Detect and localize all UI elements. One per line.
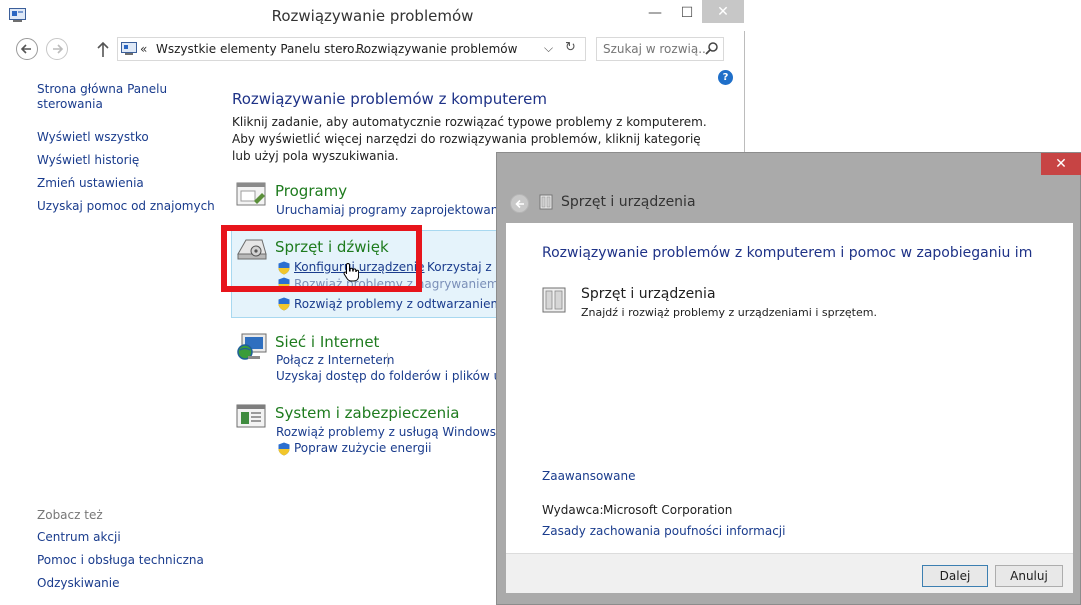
sidebar-link-get-help[interactable]: Uzyskaj pomoc od znajomych <box>37 199 215 214</box>
dialog-footer: Dalej Anuluj <box>506 553 1073 593</box>
dialog-back-button[interactable] <box>510 194 529 213</box>
sidebar-link-action-center[interactable]: Centrum akcji <box>37 530 121 545</box>
troubleshooter-dialog: ✕ Sprzęt i urządzenia Rozwiązywanie prob… <box>496 152 1081 605</box>
cancel-button[interactable]: Anuluj <box>995 565 1063 587</box>
forward-button[interactable] <box>46 38 68 60</box>
close-icon: ✕ <box>717 3 729 20</box>
category-network-internet[interactable]: Sieć i Internet <box>275 333 379 351</box>
privacy-link[interactable]: Zasady zachowania poufności informacji <box>542 524 785 538</box>
address-overflow-chevron[interactable]: « <box>140 42 147 56</box>
sidebar-link-show-all[interactable]: Wyświetl wszystko <box>37 130 149 145</box>
breadcrumb-all-items[interactable]: Wszystkie elementy Panelu stero... <box>156 42 366 56</box>
task-power-usage[interactable]: Popraw zużycie energii <box>294 441 432 455</box>
see-also-label: Zobacz też <box>37 508 103 522</box>
breadcrumb-troubleshooting[interactable]: Rozwiązywanie problemów <box>356 42 517 56</box>
link-divider <box>387 353 388 367</box>
highlight-annotation-frame <box>221 225 422 292</box>
maximize-button[interactable]: ☐ <box>672 0 702 25</box>
sidebar-link-support[interactable]: Pomoc i obsługa techniczna <box>37 553 204 568</box>
search-box[interactable] <box>596 37 724 61</box>
hardware-device-icon <box>542 287 566 313</box>
dialog-heading: Rozwiązywanie problemów z komputerem i p… <box>542 245 1033 261</box>
control-panel-icon <box>121 42 137 55</box>
sidebar-link-home[interactable]: Strona główna Panelu sterowania <box>37 82 187 112</box>
minimize-button[interactable]: — <box>638 0 672 25</box>
search-icon[interactable] <box>705 41 719 55</box>
arrow-left-icon <box>514 199 524 208</box>
task-shared-folders[interactable]: Uzyskaj dostęp do folderów i plików udos… <box>276 369 527 383</box>
category-system-security[interactable]: System i zabezpieczenia <box>275 404 459 422</box>
task-windows-update[interactable]: Rozwiąż problemy z usługą Windows Upd <box>276 425 524 439</box>
system-security-icon <box>236 404 266 428</box>
sidebar-link-change-settings[interactable]: Zmień ustawienia <box>37 176 144 191</box>
next-button[interactable]: Dalej <box>922 565 988 587</box>
category-programs[interactable]: Programy <box>275 182 347 200</box>
window-title: Rozwiązywanie problemów <box>271 7 474 25</box>
address-bar[interactable]: « Wszystkie elementy Panelu stero... › R… <box>117 37 586 61</box>
page-title: Rozwiązywanie problemów z komputerem <box>232 90 547 108</box>
shield-icon <box>278 297 290 311</box>
troubleshooter-item-description: Znajdź i rozwiąż problemy z urządzeniami… <box>581 306 877 319</box>
chevron-down-icon[interactable]: ⌵ <box>544 41 553 56</box>
refresh-icon[interactable]: ↻ <box>565 40 576 55</box>
task-run-older-programs[interactable]: Uruchamiaj programy zaprojektowane na <box>276 203 524 217</box>
task-connect-internet[interactable]: Połącz z Internetem <box>276 353 394 367</box>
minimize-icon: — <box>648 4 662 21</box>
breadcrumb-separator[interactable]: › <box>342 41 347 55</box>
shield-icon <box>278 442 290 456</box>
arrow-right-icon <box>53 44 64 54</box>
title-bar: Rozwiązywanie problemów — ☐ ✕ <box>0 0 745 31</box>
sidebar-link-recovery[interactable]: Odzyskiwanie <box>37 576 120 591</box>
network-internet-icon <box>237 333 267 360</box>
dialog-content: Rozwiązywanie problemów z komputerem i p… <box>506 223 1073 593</box>
dialog-title: Sprzęt i urządzenia <box>561 194 696 210</box>
programs-icon <box>236 182 266 206</box>
arrow-left-icon <box>20 44 31 54</box>
sidebar-link-history[interactable]: Wyświetl historię <box>37 153 139 168</box>
up-button[interactable] <box>96 40 110 58</box>
close-icon: ✕ <box>1055 156 1067 172</box>
maximize-icon: ☐ <box>680 4 694 21</box>
back-button[interactable] <box>16 38 38 60</box>
search-input[interactable] <box>597 38 705 60</box>
close-button[interactable]: ✕ <box>702 0 744 23</box>
advanced-link[interactable]: Zaawansowane <box>542 469 635 483</box>
hand-cursor-icon <box>343 262 359 282</box>
help-icon[interactable]: ? <box>718 70 733 85</box>
publisher-value: Microsoft Corporation <box>603 503 733 517</box>
dialog-close-button[interactable]: ✕ <box>1041 153 1081 175</box>
hardware-device-icon <box>539 194 553 210</box>
publisher-label: Wydawca: <box>542 503 604 517</box>
task-playing-audio[interactable]: Rozwiąż problemy z odtwarzaniem dźw <box>294 297 530 311</box>
troubleshooter-item-title: Sprzęt i urządzenia <box>581 286 716 302</box>
